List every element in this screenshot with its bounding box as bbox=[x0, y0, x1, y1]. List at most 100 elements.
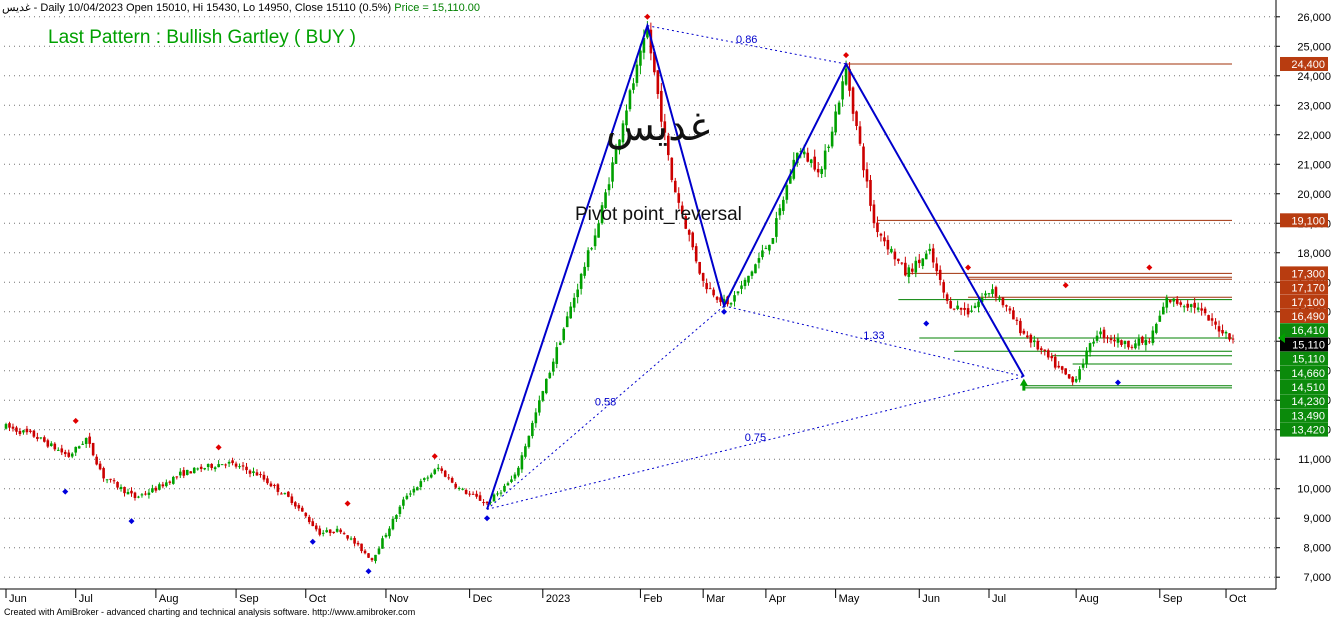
header-price: Price = 15,110.00 bbox=[394, 2, 481, 14]
candle-body bbox=[370, 558, 374, 561]
candle-body bbox=[673, 180, 677, 193]
candle-body bbox=[555, 347, 559, 364]
candle-body bbox=[991, 289, 994, 294]
candle-body bbox=[398, 506, 402, 514]
candle-body bbox=[956, 305, 959, 309]
candle-body bbox=[782, 199, 785, 211]
candle-body bbox=[391, 518, 395, 530]
candle-body bbox=[883, 237, 886, 242]
candle-body bbox=[1109, 338, 1113, 341]
candle-body bbox=[558, 342, 562, 345]
x-tick-label: Sep bbox=[239, 593, 259, 605]
candle-body bbox=[1231, 338, 1235, 340]
candle-body bbox=[1127, 340, 1130, 348]
candle-body bbox=[527, 435, 531, 447]
candle-body bbox=[513, 474, 517, 479]
candle-body bbox=[705, 283, 708, 290]
candle-body bbox=[178, 471, 182, 476]
candle-body bbox=[478, 495, 482, 501]
candle-body bbox=[778, 208, 782, 216]
candle-body bbox=[4, 424, 8, 429]
candle-body bbox=[395, 515, 398, 519]
swing-low-marker bbox=[1114, 379, 1121, 386]
candle-body bbox=[590, 248, 593, 250]
level-label-text: 13,420 bbox=[1291, 425, 1325, 437]
candle-body bbox=[137, 496, 140, 498]
level-label-text: 17,170 bbox=[1291, 283, 1325, 295]
candle-body bbox=[56, 449, 60, 451]
price-chart[interactable]: 0.86 0.58 1.33 0.75 7,000 8,000 9,000 10,000 11… bbox=[0, 0, 1336, 619]
candle-body bbox=[942, 282, 945, 293]
candle-body bbox=[429, 474, 433, 478]
candle-body bbox=[318, 528, 322, 535]
x-tick-label: Jun bbox=[9, 593, 27, 605]
candle-body bbox=[196, 468, 200, 470]
candle-body bbox=[311, 521, 315, 527]
candle-body bbox=[283, 493, 287, 495]
candle-body bbox=[349, 538, 353, 540]
x-tick-label: Feb bbox=[643, 593, 662, 605]
ratio-label: 0.86 bbox=[736, 34, 757, 46]
candle-body bbox=[126, 491, 130, 495]
candle-body bbox=[1029, 334, 1033, 343]
candle-body bbox=[698, 261, 701, 274]
candle-body bbox=[1050, 356, 1054, 359]
candle-body bbox=[1148, 341, 1151, 343]
level-label-text: 24,400 bbox=[1291, 59, 1325, 71]
x-tick-label: Jul bbox=[992, 593, 1006, 605]
candle-body bbox=[29, 430, 32, 432]
candle-body bbox=[1120, 340, 1123, 345]
level-label-text: 16,410 bbox=[1291, 325, 1325, 337]
candle-body bbox=[161, 484, 165, 487]
candle-body bbox=[876, 222, 879, 233]
candle-body bbox=[165, 482, 168, 487]
swing-low-marker bbox=[721, 308, 728, 315]
candle-body bbox=[1165, 297, 1169, 308]
x-tick-label: Jul bbox=[79, 593, 93, 605]
candle-body bbox=[1078, 369, 1081, 380]
swing-high-marker bbox=[644, 13, 651, 20]
candle-body bbox=[959, 307, 963, 310]
candle-body bbox=[544, 378, 548, 394]
candle-body bbox=[768, 244, 771, 251]
candle-body bbox=[1033, 340, 1036, 343]
candle-body bbox=[1175, 298, 1179, 304]
swing-high-marker bbox=[965, 264, 972, 271]
candle-body bbox=[1099, 331, 1102, 335]
candle-body bbox=[1224, 331, 1228, 334]
x-tick-label: Mar bbox=[706, 593, 725, 605]
x-tick-label: Aug bbox=[159, 593, 179, 605]
x-tick-label: Aug bbox=[1079, 593, 1099, 605]
candle-body bbox=[447, 477, 450, 479]
candle-body bbox=[1134, 343, 1137, 349]
y-tick-label: 11,000 bbox=[1298, 454, 1331, 466]
candle-body bbox=[276, 484, 280, 492]
candle-body bbox=[262, 474, 266, 480]
candle-body bbox=[1057, 365, 1061, 368]
candle-body bbox=[551, 361, 555, 372]
candle-body bbox=[858, 126, 862, 144]
candle-body bbox=[116, 482, 119, 488]
candle-body bbox=[300, 507, 304, 512]
candle-body bbox=[639, 50, 642, 66]
candle-body bbox=[917, 259, 921, 264]
candle-body bbox=[123, 486, 126, 494]
candle-body bbox=[450, 478, 454, 483]
candle-body bbox=[388, 528, 391, 537]
candle-body bbox=[381, 538, 384, 549]
candle-body bbox=[426, 477, 430, 479]
level-label-text: 15,110 bbox=[1292, 339, 1325, 351]
candle-body bbox=[865, 169, 869, 182]
candle-body bbox=[607, 184, 611, 191]
candle-body bbox=[510, 479, 513, 483]
candle-body bbox=[1019, 320, 1022, 334]
candle-body bbox=[1026, 335, 1029, 338]
candle-body bbox=[841, 81, 844, 100]
candle-body bbox=[1064, 368, 1067, 375]
y-tick-label: 22,000 bbox=[1297, 130, 1331, 142]
candle-body bbox=[280, 493, 283, 495]
candle-body bbox=[1116, 338, 1120, 343]
candle-body bbox=[1130, 346, 1134, 348]
candle-body bbox=[22, 430, 25, 433]
candle-body bbox=[245, 466, 248, 471]
